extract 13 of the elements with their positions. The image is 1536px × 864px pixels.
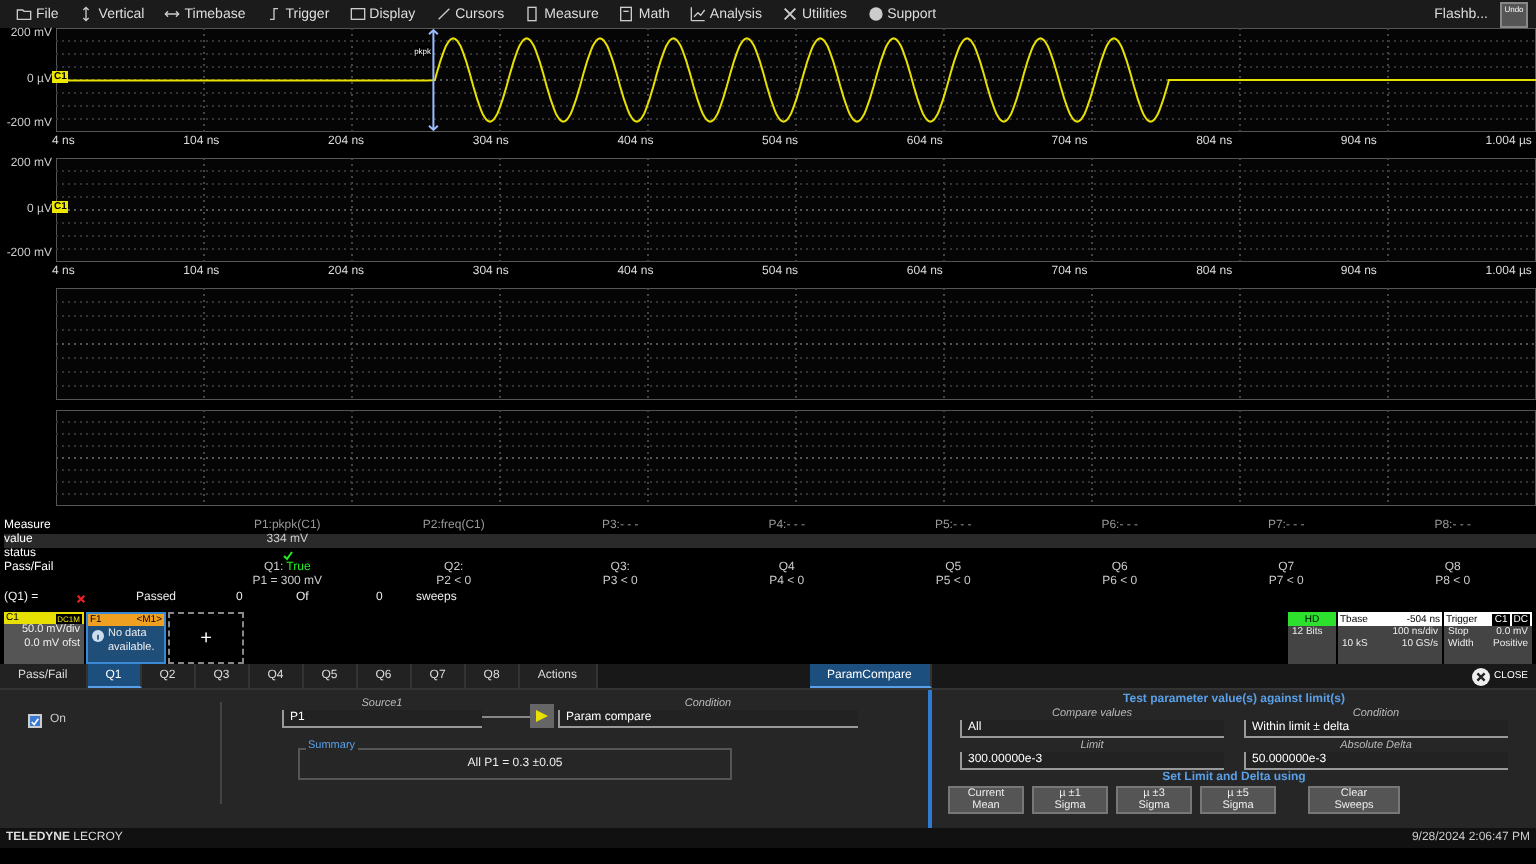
horizontal-arrows-icon xyxy=(164,6,181,22)
folder-icon xyxy=(16,6,32,22)
cursor-icon xyxy=(435,6,452,22)
check-icon xyxy=(281,549,294,561)
chart-icon xyxy=(689,6,706,22)
vertical-arrows-icon xyxy=(78,6,95,22)
info-icon xyxy=(92,630,104,642)
tools-icon xyxy=(782,6,798,22)
enable-checkbox[interactable] xyxy=(28,714,42,728)
trigger-icon xyxy=(265,6,282,22)
comparator-icon xyxy=(530,704,554,728)
display-icon xyxy=(349,6,366,22)
measure-arrow xyxy=(427,28,439,132)
